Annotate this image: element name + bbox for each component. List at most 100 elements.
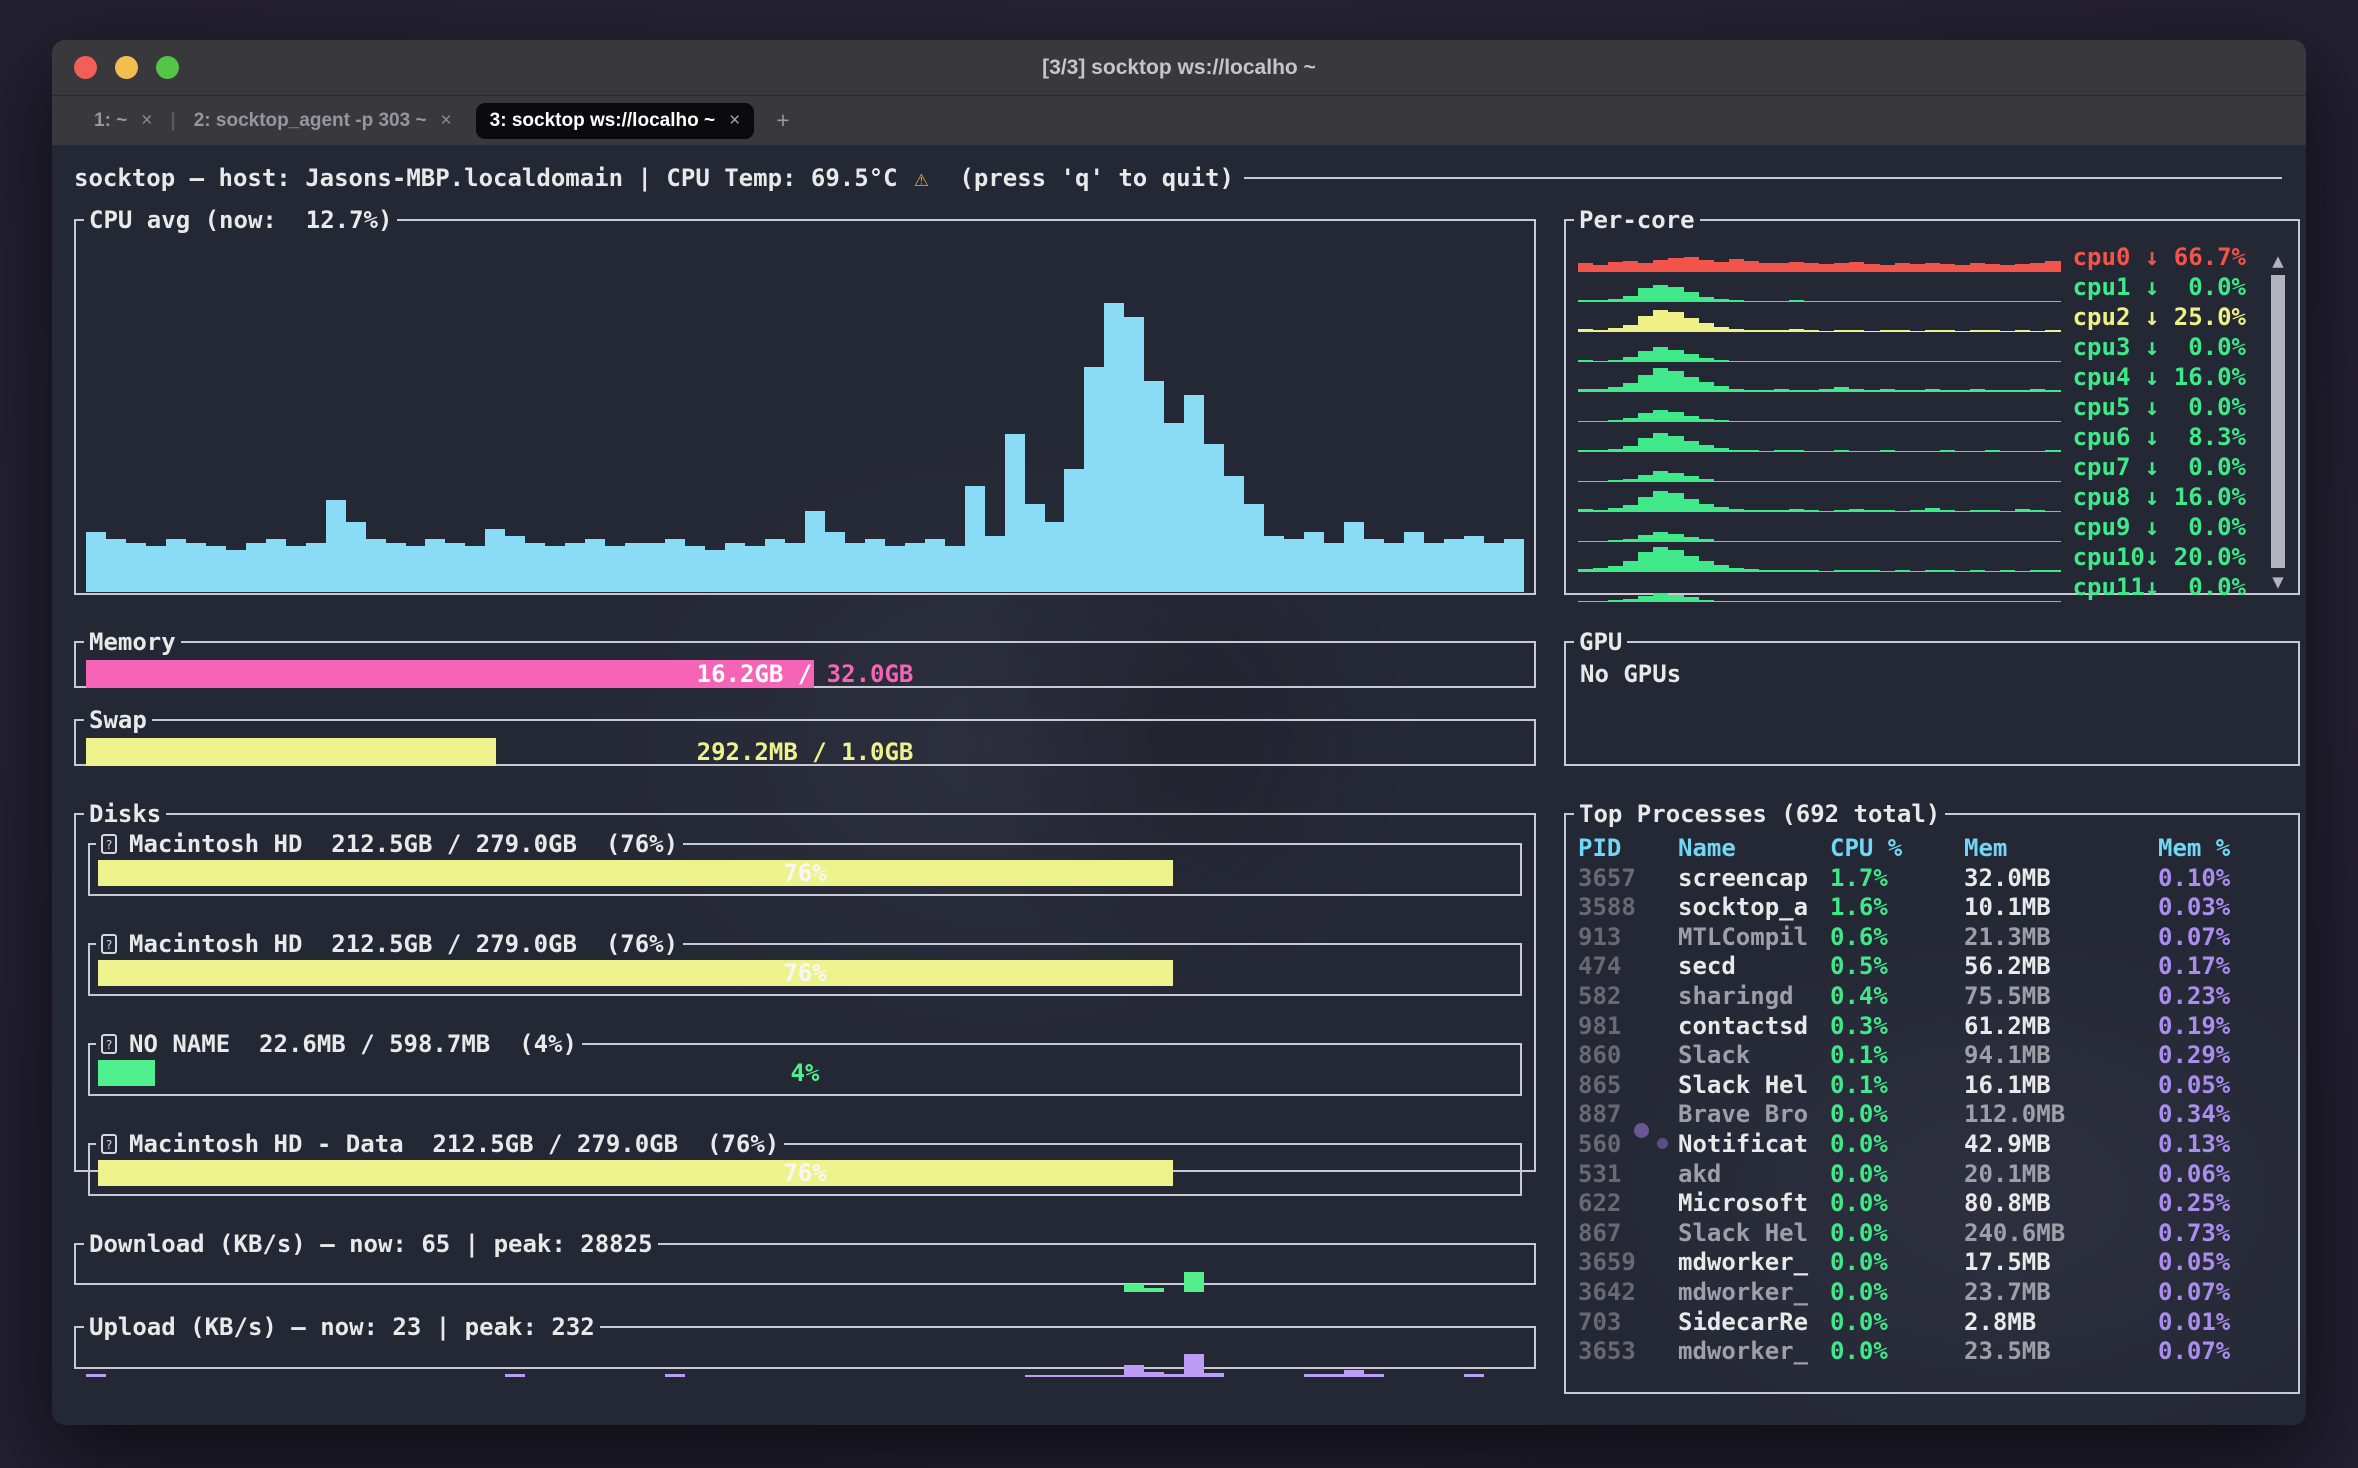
bar: [1578, 450, 1593, 453]
bar: [1104, 303, 1124, 592]
zoom-window-button[interactable]: [156, 56, 179, 79]
c-name: Microsoft: [1678, 1189, 1830, 1219]
tab-1-label: 1: ~: [94, 110, 127, 132]
bar: [1608, 508, 1623, 512]
core-label: cpu1 ↓ 0.0%: [2073, 272, 2246, 302]
bar: [1699, 419, 1714, 423]
bar: [1668, 258, 1683, 272]
bar: [1880, 301, 1895, 303]
tab-3-active[interactable]: 3: socktop ws://localho ~ ×: [476, 103, 755, 139]
bar: [1699, 297, 1714, 303]
bar: [1940, 570, 1955, 573]
bar: [1699, 358, 1714, 363]
c-mem: 32.0MB: [1964, 864, 2158, 894]
bar: [1729, 450, 1744, 453]
bar: [1668, 312, 1683, 332]
tab-1-close-icon[interactable]: ×: [141, 110, 152, 132]
c-cpu: 1.6%: [1830, 893, 1964, 923]
tab-3-close-icon[interactable]: ×: [729, 110, 740, 132]
bar: [1849, 421, 1864, 422]
new-tab-button[interactable]: +: [776, 107, 789, 134]
upload-title: Upload (KB/s) — now: 23 | peak: 232: [89, 1313, 595, 1341]
disk-bar-label: 76%: [98, 960, 1512, 986]
bar: [1940, 264, 1955, 273]
close-window-button[interactable]: [74, 56, 97, 79]
c-mem: 112.0MB: [1964, 1100, 2158, 1130]
bar: [346, 522, 366, 592]
bar: [1608, 299, 1623, 302]
bar: [2000, 265, 2015, 273]
bar: [1668, 493, 1683, 512]
bar: [1970, 330, 1985, 332]
titlebar[interactable]: [3/3] socktop ws://localho ~: [52, 40, 2306, 95]
bar: [1940, 301, 1955, 303]
bar: [1789, 361, 1804, 363]
c-name: socktop_a: [1678, 893, 1830, 923]
bar: [146, 546, 166, 592]
bar: [1970, 263, 1985, 272]
c-pid: 3657: [1578, 864, 1678, 894]
bar: [1849, 481, 1864, 482]
bar: [1864, 264, 1879, 273]
bar: [1759, 263, 1774, 273]
scrollbar-thumb[interactable]: [2271, 275, 2285, 568]
bar: [1774, 361, 1789, 362]
c-pid: 867: [1578, 1219, 1678, 1249]
bar: [1304, 1374, 1324, 1377]
tab-2-close-icon[interactable]: ×: [441, 110, 452, 132]
bar: [1819, 331, 1834, 333]
bar: [2030, 451, 2045, 452]
bar: [2015, 571, 2030, 573]
core-sparkline: [1578, 307, 2061, 332]
process-row: 3653mdworker_0.0%23.5MB0.07%: [1578, 1337, 2298, 1367]
bar: [1653, 368, 1668, 392]
c-pid: 622: [1578, 1189, 1678, 1219]
process-row: 860Slack0.1%94.1MB0.29%: [1578, 1041, 2298, 1071]
bar: [306, 543, 326, 592]
bar: [1653, 433, 1668, 452]
bar: [1985, 264, 2000, 272]
bar: [1834, 481, 1849, 482]
bar: [2000, 541, 2015, 542]
bar: [1184, 395, 1204, 592]
bar: [1593, 389, 1608, 393]
bar: [1045, 1375, 1065, 1377]
terminal-content[interactable]: socktop — host: Jasons-MBP.localdomain |…: [52, 145, 2306, 1425]
core-label: cpu10↓ 20.0%: [2073, 542, 2246, 572]
bar: [1804, 570, 1819, 572]
bar: [1940, 390, 1955, 392]
bar: [1910, 541, 1925, 542]
core-row-cpu4: cpu4 ↓ 16.0%: [1578, 362, 2246, 392]
memory-bar: 16.2GB / 32.0GB: [86, 660, 1524, 688]
bar: [1638, 316, 1653, 332]
tab-1[interactable]: 1: ~ ×: [80, 103, 166, 139]
scroll-up-icon[interactable]: ▲: [2272, 252, 2283, 270]
bar: [1895, 421, 1910, 422]
c-pid: 3588: [1578, 893, 1678, 923]
bar: [1774, 450, 1789, 452]
bar: [2045, 361, 2060, 362]
upload-history-chart: [86, 1345, 1524, 1377]
core-sparkline: [1578, 247, 2061, 272]
core-row-cpu3: cpu3 ↓ 0.0%: [1578, 332, 2246, 362]
bar: [2045, 330, 2060, 333]
bar: [1623, 296, 1638, 302]
bar: [1804, 361, 1819, 362]
bar: [1344, 1370, 1364, 1377]
c-pid: 582: [1578, 982, 1678, 1012]
scroll-down-icon[interactable]: ▼: [2272, 573, 2283, 591]
download-title: Download (KB/s) — now: 65 | peak: 28825: [89, 1230, 653, 1258]
process-row: 3642mdworker_0.0%23.7MB0.07%: [1578, 1278, 2298, 1308]
minimize-window-button[interactable]: [115, 56, 138, 79]
bar: [2030, 263, 2045, 273]
tab-2[interactable]: 2: socktop_agent -p 303 ~ ×: [180, 103, 466, 139]
scrollbar[interactable]: ▲ ▼: [2266, 252, 2290, 591]
bar: [1744, 301, 1759, 303]
bar: [2000, 451, 2015, 452]
bar: [545, 546, 565, 592]
bar: [1104, 1375, 1124, 1377]
cpu-avg-panel: CPU avg (now: 12.7%): [74, 206, 1536, 595]
bar: [565, 543, 585, 592]
bar: [1593, 481, 1608, 482]
quit-hint: (press 'q' to quit): [931, 164, 1234, 192]
